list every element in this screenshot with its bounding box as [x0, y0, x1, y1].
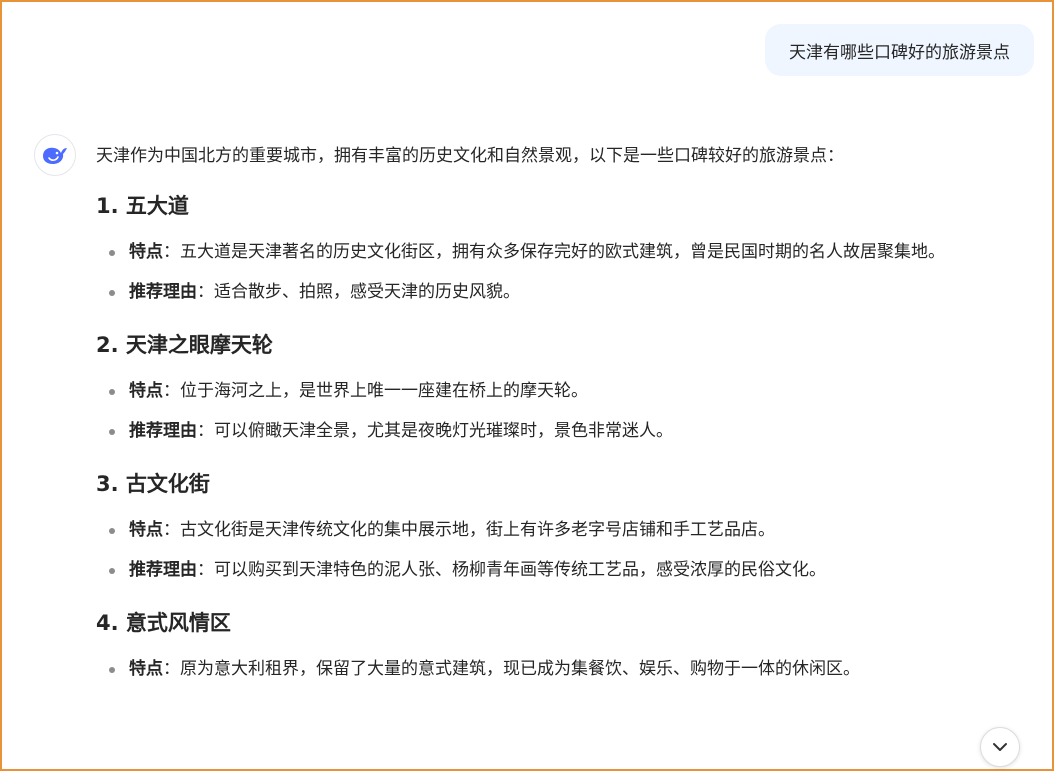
- bullet-list: 特点：五大道是天津著名的历史文化街区，拥有众多保存完好的欧式建筑，曾是民国时期的…: [96, 238, 1041, 308]
- point-text: ：五大道是天津著名的历史文化街区，拥有众多保存完好的欧式建筑，曾是民国时期的名人…: [163, 241, 945, 262]
- list-item: 特点：位于海河之上，是世界上唯一一座建在桥上的摩天轮。: [96, 377, 1041, 407]
- list-item: 特点：古文化街是天津传统文化的集中展示地，街上有许多老字号店铺和手工艺品店。: [96, 516, 1041, 546]
- point-text: ：位于海河之上，是世界上唯一一座建在桥上的摩天轮。: [163, 380, 588, 401]
- point-label: 推荐理由: [129, 281, 197, 302]
- point-text: ：可以俯瞰天津全景，尤其是夜晚灯光璀璨时，景色非常迷人。: [197, 420, 673, 441]
- deepseek-whale-icon: [43, 147, 67, 164]
- section-2: 2. 天津之眼摩天轮 特点：位于海河之上，是世界上唯一一座建在桥上的摩天轮。 推…: [96, 329, 1041, 446]
- point-label: 推荐理由: [129, 420, 197, 441]
- list-item: 推荐理由：适合散步、拍照，感受天津的历史风貌。: [96, 278, 1041, 308]
- bullet-list: 特点：原为意大利租界，保留了大量的意式建筑，现已成为集餐饮、娱乐、购物于一体的休…: [96, 655, 1041, 685]
- section-title: 3. 古文化街: [96, 472, 210, 497]
- section-4: 4. 意式风情区 特点：原为意大利租界，保留了大量的意式建筑，现已成为集餐饮、娱…: [96, 607, 1041, 684]
- section-1: 1. 五大道 特点：五大道是天津著名的历史文化街区，拥有众多保存完好的欧式建筑，…: [96, 190, 1041, 307]
- section-title: 1. 五大道: [96, 194, 189, 219]
- chevron-down-icon: [993, 743, 1007, 751]
- assistant-answer: 天津作为中国北方的重要城市，拥有丰富的历史文化和自然景观，以下是一些口碑较好的旅…: [96, 143, 1041, 707]
- answer-intro: 天津作为中国北方的重要城市，拥有丰富的历史文化和自然景观，以下是一些口碑较好的旅…: [96, 146, 844, 166]
- scroll-to-bottom-button[interactable]: [980, 727, 1020, 767]
- point-text: ：古文化街是天津传统文化的集中展示地，街上有许多老字号店铺和手工艺品店。: [163, 519, 775, 540]
- user-message-bubble: 天津有哪些口碑好的旅游景点: [765, 24, 1034, 76]
- list-item: 推荐理由：可以购买到天津特色的泥人张、杨柳青年画等传统工艺品，感受浓厚的民俗文化…: [96, 556, 1041, 586]
- list-item: 特点：五大道是天津著名的历史文化街区，拥有众多保存完好的欧式建筑，曾是民国时期的…: [96, 238, 1041, 268]
- point-text: ：可以购买到天津特色的泥人张、杨柳青年画等传统工艺品，感受浓厚的民俗文化。: [197, 559, 826, 580]
- point-label: 特点: [129, 241, 163, 262]
- user-message-text: 天津有哪些口碑好的旅游景点: [789, 42, 1010, 63]
- section-3: 3. 古文化街 特点：古文化街是天津传统文化的集中展示地，街上有许多老字号店铺和…: [96, 468, 1041, 585]
- list-item: 推荐理由：可以俯瞰天津全景，尤其是夜晚灯光璀璨时，景色非常迷人。: [96, 417, 1041, 447]
- assistant-avatar: [34, 134, 76, 176]
- point-text: ：原为意大利租界，保留了大量的意式建筑，现已成为集餐饮、娱乐、购物于一体的休闲区…: [163, 659, 860, 680]
- point-label: 特点: [129, 659, 163, 680]
- section-title: 2. 天津之眼摩天轮: [96, 333, 273, 358]
- bullet-list: 特点：位于海河之上，是世界上唯一一座建在桥上的摩天轮。 推荐理由：可以俯瞰天津全…: [96, 377, 1041, 447]
- list-item: 特点：原为意大利租界，保留了大量的意式建筑，现已成为集餐饮、娱乐、购物于一体的休…: [96, 655, 1041, 685]
- point-text: ：适合散步、拍照，感受天津的历史风貌。: [197, 281, 520, 302]
- section-title: 4. 意式风情区: [96, 611, 231, 636]
- point-label: 推荐理由: [129, 559, 197, 580]
- bullet-list: 特点：古文化街是天津传统文化的集中展示地，街上有许多老字号店铺和手工艺品店。 推…: [96, 516, 1041, 586]
- point-label: 特点: [129, 519, 163, 540]
- point-label: 特点: [129, 380, 163, 401]
